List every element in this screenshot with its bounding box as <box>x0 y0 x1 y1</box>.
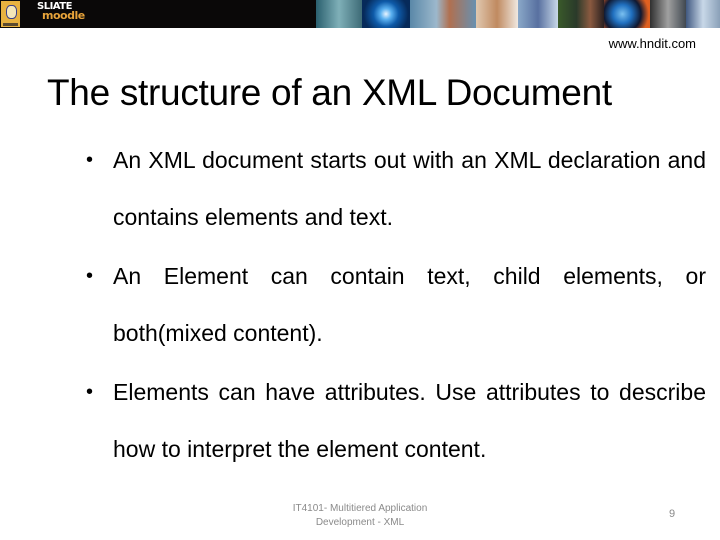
eye-photo <box>686 0 720 28</box>
bullet-item: • An XML document starts out with an XML… <box>86 132 706 246</box>
sliate-moodle-logo: SLIATE moodle <box>37 1 85 22</box>
bullet-text: An Element can contain text, child eleme… <box>113 263 706 346</box>
bullet-icon: • <box>86 381 94 403</box>
robot-photo <box>316 0 362 28</box>
earth-photo <box>604 0 650 28</box>
slide-title: The structure of an XML Document <box>47 72 612 113</box>
bullet-list: • An XML document starts out with an XML… <box>86 132 706 480</box>
footer-line-1: IT4101- Multitiered Application <box>292 503 428 514</box>
header-banner: SLIATE moodle <box>0 0 720 28</box>
globe-eye-photo <box>362 0 410 28</box>
page-number: 9 <box>669 508 676 520</box>
sliate-emblem-icon <box>1 1 20 27</box>
footer-line-2: Development - XML <box>315 517 405 528</box>
bullet-text: An XML document starts out with an XML d… <box>113 147 706 230</box>
bullet-icon: • <box>86 265 94 287</box>
touchscreen-photo <box>410 0 476 28</box>
students-photo <box>476 0 518 28</box>
bullet-item: • An Element can contain text, child ele… <box>86 248 706 362</box>
footer-course-info: IT4101- Multitiered Application Developm… <box>260 502 460 530</box>
bullet-icon: • <box>86 149 94 171</box>
bullet-text: Elements can have attributes. Use attrib… <box>113 379 706 462</box>
cyborg-photo <box>650 0 686 28</box>
website-url: www.hndit.com <box>608 36 696 51</box>
classroom-photo <box>558 0 604 28</box>
bullet-item: • Elements can have attributes. Use attr… <box>86 364 706 478</box>
keyboard-photo <box>518 0 558 28</box>
